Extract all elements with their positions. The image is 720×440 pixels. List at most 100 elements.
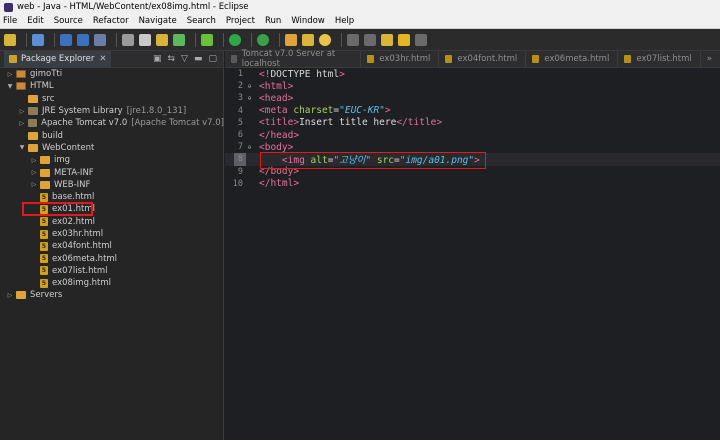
tree-item[interactable]: 5 ex07list.html (0, 265, 224, 277)
tree-item[interactable]: src (0, 93, 224, 105)
more-tabs-button[interactable]: » (701, 51, 720, 67)
save-all-icon[interactable] (77, 33, 89, 46)
link-editor-icon[interactable]: ⇆ (168, 54, 176, 64)
code-line[interactable]: 3 ⊖ <head> (225, 92, 720, 104)
tree-item[interactable]: 5 ex06meta.html (0, 252, 224, 264)
line-number: 10 (232, 178, 243, 189)
project-icon (16, 82, 26, 91)
collapsed-arrow-icon[interactable]: ▷ (30, 157, 38, 164)
last-edit-icon[interactable] (381, 33, 393, 46)
collapse-all-icon[interactable]: ▣ (153, 54, 162, 64)
code-text: </head> (253, 130, 299, 141)
new-folder-icon[interactable] (32, 33, 44, 46)
minimize-icon[interactable]: ▬ (194, 54, 203, 64)
menu-file[interactable]: File (3, 16, 17, 26)
line-number: 7 (237, 142, 243, 153)
tree-item[interactable]: 5 ex08img.html (0, 277, 224, 289)
fold-toggle-icon[interactable]: ⊖ (246, 83, 253, 90)
collapsed-arrow-icon[interactable]: ▷ (6, 292, 14, 299)
new-icon[interactable] (4, 33, 16, 46)
start-server-icon[interactable] (173, 33, 185, 46)
menu-edit[interactable]: Edit (27, 16, 43, 26)
fold-toggle-icon[interactable]: ⊖ (246, 144, 253, 151)
tree-item[interactable]: 5 ex02.html (0, 216, 224, 228)
code-line[interactable]: 2 ⊖ <html> (225, 80, 720, 92)
editor-tab[interactable]: ex07list.html (618, 51, 701, 67)
back-icon[interactable] (398, 33, 410, 46)
tree-item[interactable]: ▷ Apache Tomcat v7.0 [Apache Tomcat v7.0] (0, 117, 225, 129)
run-external-icon[interactable] (257, 33, 269, 46)
tree-item-label: ex03hr.html (52, 229, 104, 239)
code-editor[interactable]: 1 <!DOCTYPE html> 2 ⊖ <html> 3 ⊖ <head> 4 <meta c… (225, 68, 720, 190)
servers-icon[interactable] (139, 33, 151, 46)
menu-project[interactable]: Project (226, 16, 255, 26)
close-icon[interactable]: ✕ (99, 54, 106, 64)
editor-tab[interactable]: Tomcat v7.0 Server at localhost (225, 49, 362, 69)
tree-item-label: ex07list.html (52, 265, 108, 276)
tree-item[interactable]: ▷ gimoTti (0, 68, 224, 80)
code-token: Insert title here (299, 117, 397, 129)
editor-tab[interactable]: ex04font.html (439, 51, 527, 67)
view-toolbar: ▣ ⇆ ▽ ▬ ▢ (153, 54, 223, 64)
code-token: DOCTYPE html (270, 68, 340, 80)
forward-icon[interactable] (415, 33, 427, 46)
expanded-arrow-icon[interactable]: ▼ (18, 144, 26, 151)
run-icon[interactable] (229, 33, 241, 46)
maximize-icon[interactable]: ▢ (208, 54, 217, 64)
debug-icon[interactable] (201, 33, 213, 46)
code-token: meta (264, 105, 288, 117)
menu-search[interactable]: Search (187, 16, 216, 26)
package-explorer-tabbar: Package Explorer ✕ ▣ ⇆ ▽ ▬ ▢ (0, 50, 223, 68)
toggle-icon[interactable] (122, 33, 134, 46)
menu-window[interactable]: Window (291, 16, 325, 26)
open-task-icon[interactable] (302, 33, 314, 46)
html5-icon (624, 55, 632, 63)
code-highlight-box (260, 152, 486, 169)
annotation-icon[interactable] (347, 33, 359, 46)
search-icon[interactable] (319, 33, 331, 46)
open-type-icon[interactable] (285, 33, 297, 46)
collapsed-arrow-icon[interactable]: ▷ (18, 108, 26, 115)
expanded-arrow-icon[interactable]: ▼ (6, 83, 14, 90)
line-number: 4 (237, 105, 243, 116)
menu-help[interactable]: Help (335, 16, 354, 26)
code-line[interactable]: 4 <meta charset="EUC-KR"> (225, 105, 720, 117)
line-number: 8 (237, 154, 243, 165)
tree-item[interactable]: ▷ img (0, 154, 224, 166)
tree-item[interactable]: ▷ JRE System Library [jre1.8.0_131] (0, 105, 224, 117)
editor-tab[interactable]: ex06meta.html (526, 51, 619, 67)
collapsed-arrow-icon[interactable]: ▷ (6, 71, 14, 78)
editor-tab[interactable]: ex03hr.html (361, 51, 440, 67)
code-line[interactable]: 10 </html> (225, 178, 720, 190)
server-icon (231, 55, 237, 63)
line-number: 3 (237, 93, 243, 104)
collapsed-arrow-icon[interactable]: ▷ (30, 181, 38, 188)
menu-refactor[interactable]: Refactor (93, 16, 129, 26)
menu-source[interactable]: Source (54, 16, 83, 26)
tab-package-explorer[interactable]: Package Explorer ✕ (4, 50, 112, 68)
collapsed-arrow-icon[interactable]: ▷ (18, 120, 26, 127)
tree-item[interactable]: ▷ Servers (0, 289, 224, 301)
toolbar-separator (26, 32, 27, 47)
save-icon[interactable] (60, 33, 72, 46)
tree-item[interactable]: ▷ WEB-INF (0, 179, 224, 191)
menu-run[interactable]: Run (265, 16, 281, 26)
tree-item[interactable]: ▼ HTML (0, 80, 224, 92)
menu-navigate[interactable]: Navigate (139, 16, 177, 26)
collapsed-arrow-icon[interactable]: ▷ (30, 169, 38, 176)
tree-item[interactable]: ▼ WebContent (0, 142, 224, 154)
code-line[interactable]: 6 </head> (225, 129, 720, 141)
code-line[interactable]: 5 <title>Insert title here</title> (225, 117, 720, 129)
chevron-down-icon[interactable] (364, 33, 376, 46)
tree-item-label: JRE System Library (42, 106, 123, 117)
print-icon[interactable] (94, 33, 106, 46)
code-line[interactable]: 1 <!DOCTYPE html> (225, 68, 720, 80)
tree-item[interactable]: 5 ex03hr.html (0, 228, 224, 240)
fold-toggle-icon[interactable]: ⊖ (246, 95, 253, 102)
tree-item[interactable]: ▷ META-INF (0, 166, 224, 178)
view-menu-icon[interactable]: ▽ (181, 54, 188, 64)
html5-icon: 5 (40, 217, 48, 227)
publish-icon[interactable] (156, 33, 168, 46)
tree-item[interactable]: build (0, 129, 224, 141)
tree-item[interactable]: 5 ex04font.html (0, 240, 224, 252)
